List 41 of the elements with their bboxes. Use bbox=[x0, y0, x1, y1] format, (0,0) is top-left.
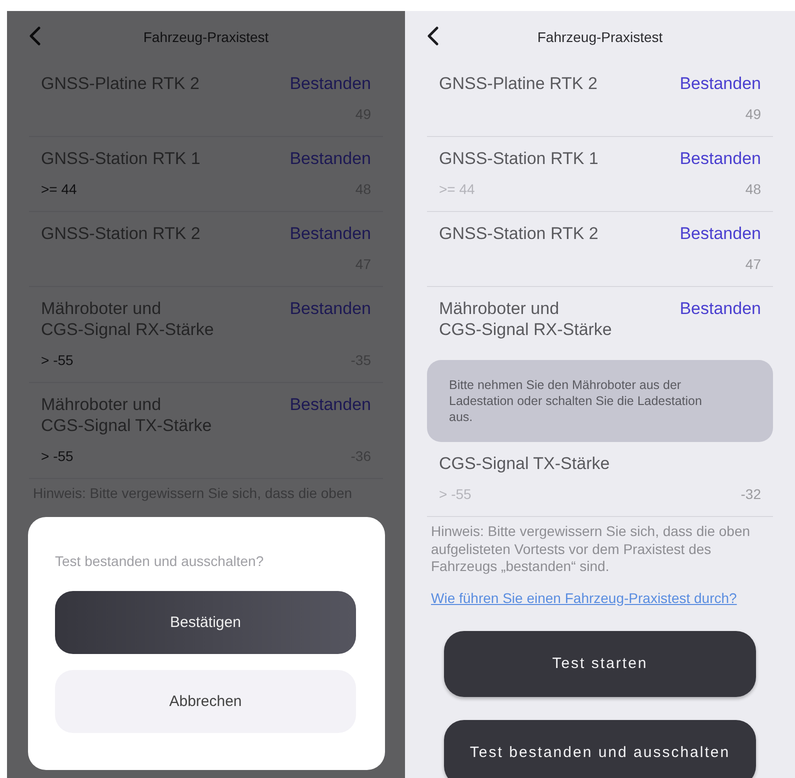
hint-text: Hinweis: Bitte vergewissern Sie sich, dass die oben aufgelisteten Vortests vor dem Praxistest des Fahrzeugs „bestanden“ sind. bbox=[431, 523, 752, 576]
test-name: CGS-Signal TX-Stärke bbox=[41, 415, 212, 436]
threshold-value: > -55 bbox=[439, 485, 472, 504]
action-button[interactable]: Test starten bbox=[444, 630, 756, 696]
threshold-value: >= 44 bbox=[41, 180, 77, 199]
screen-title: Fahrzeug-Praxistest bbox=[537, 28, 663, 44]
test-status: Bestanden bbox=[290, 394, 371, 415]
threshold-value: >= 44 bbox=[439, 180, 475, 199]
action-button[interactable]: Test bestanden und ausschalten bbox=[444, 720, 756, 778]
toast-message: Bitte nehmen Sie den Mähroboter aus der Ladestation oder schalten Sie die Ladestation aus. bbox=[427, 360, 773, 442]
threshold-value: > -55 bbox=[41, 351, 74, 370]
test-name: Mähroboter und bbox=[41, 298, 162, 319]
test-name: CGS-Signal TX-Stärke bbox=[439, 453, 610, 474]
test-status: Bestanden bbox=[680, 298, 761, 319]
test-name: GNSS-Platine RTK 2 bbox=[439, 73, 598, 94]
test-status: Bestanden bbox=[290, 148, 371, 169]
test-name: GNSS-Station RTK 2 bbox=[41, 223, 200, 244]
measured-value: 48 bbox=[745, 180, 761, 199]
test-status: Bestanden bbox=[680, 73, 761, 94]
test-status: Bestanden bbox=[680, 148, 761, 169]
test-name: CGS-Signal RX-Stärke bbox=[41, 319, 214, 340]
test-name: GNSS-Station RTK 1 bbox=[41, 148, 200, 169]
test-status: Bestanden bbox=[680, 223, 761, 244]
measured-value: 49 bbox=[745, 105, 761, 124]
test-name: GNSS-Station RTK 1 bbox=[439, 148, 598, 169]
back-icon[interactable] bbox=[427, 26, 439, 46]
test-name: GNSS-Station RTK 2 bbox=[439, 223, 598, 244]
test-status: Bestanden bbox=[290, 298, 371, 319]
test-name: GNSS-Platine RTK 2 bbox=[41, 73, 200, 94]
test-status: Bestanden bbox=[290, 73, 371, 94]
measured-value: -32 bbox=[740, 485, 761, 504]
threshold-value: > -55 bbox=[41, 447, 74, 466]
dialog-message: Test bestanden und ausschalten? bbox=[55, 553, 265, 569]
measured-value: 47 bbox=[745, 255, 761, 274]
test-name: Mähroboter und bbox=[41, 394, 162, 415]
test-status: Bestanden bbox=[290, 223, 371, 244]
test-name: CGS-Signal RX-Stärke bbox=[439, 319, 612, 340]
test-name: Mähroboter und bbox=[439, 298, 560, 319]
confirm-button[interactable]: Bestätigen bbox=[55, 591, 356, 654]
screen-title: Fahrzeug-Praxistest bbox=[143, 28, 269, 44]
cancel-button[interactable]: Abbrechen bbox=[55, 670, 356, 733]
